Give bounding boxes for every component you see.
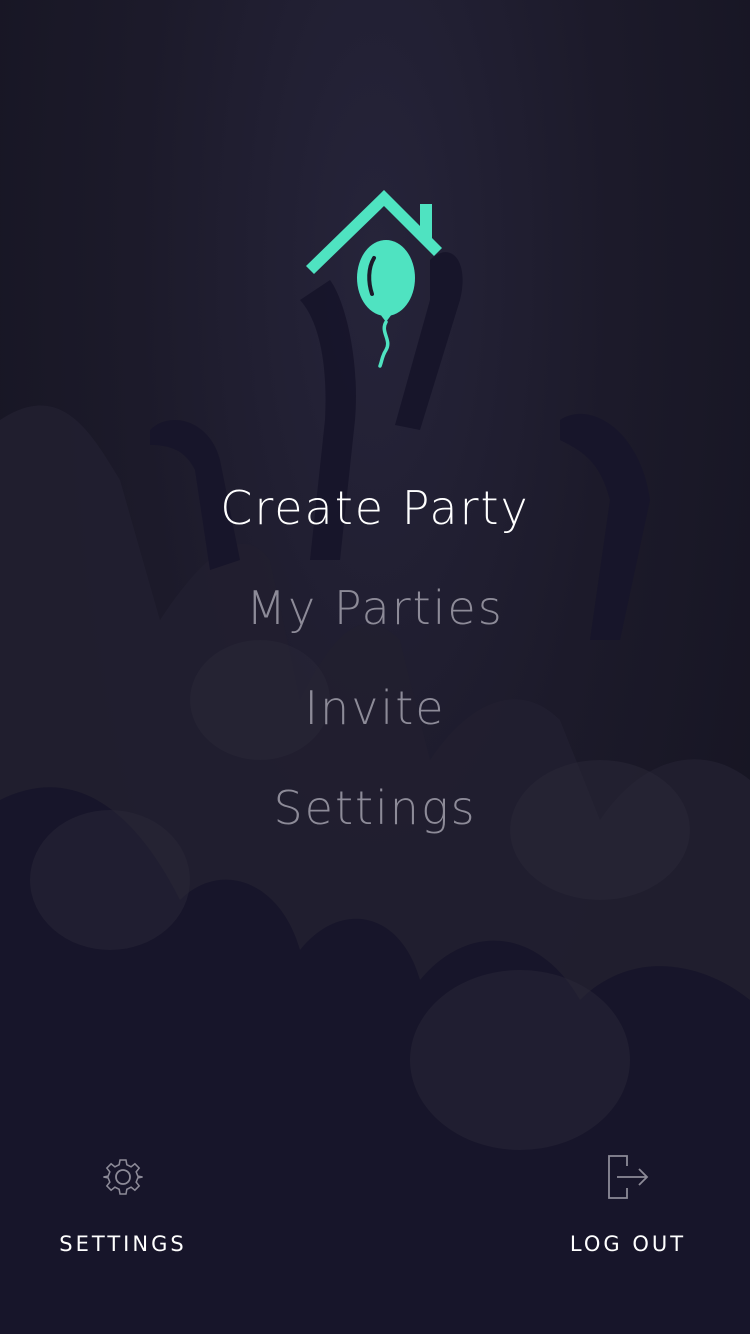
logout-icon — [608, 1155, 649, 1199]
logout-label: LOG OUT — [569, 1232, 687, 1256]
settings-button[interactable]: SETTINGS — [23, 1148, 223, 1256]
menu-screen: Create Party My Parties Invite Settings … — [0, 0, 750, 1334]
menu-item-settings[interactable]: Settings — [0, 770, 750, 870]
house-balloon-logo — [306, 190, 442, 368]
menu-item-create-party[interactable]: Create Party — [0, 470, 750, 570]
main-menu: Create Party My Parties Invite Settings — [0, 470, 750, 870]
logout-button[interactable]: LOG OUT — [528, 1148, 728, 1256]
menu-item-invite[interactable]: Invite — [0, 670, 750, 770]
menu-item-my-parties[interactable]: My Parties — [0, 570, 750, 670]
gear-icon — [103, 1159, 143, 1195]
settings-label: SETTINGS — [59, 1232, 187, 1256]
